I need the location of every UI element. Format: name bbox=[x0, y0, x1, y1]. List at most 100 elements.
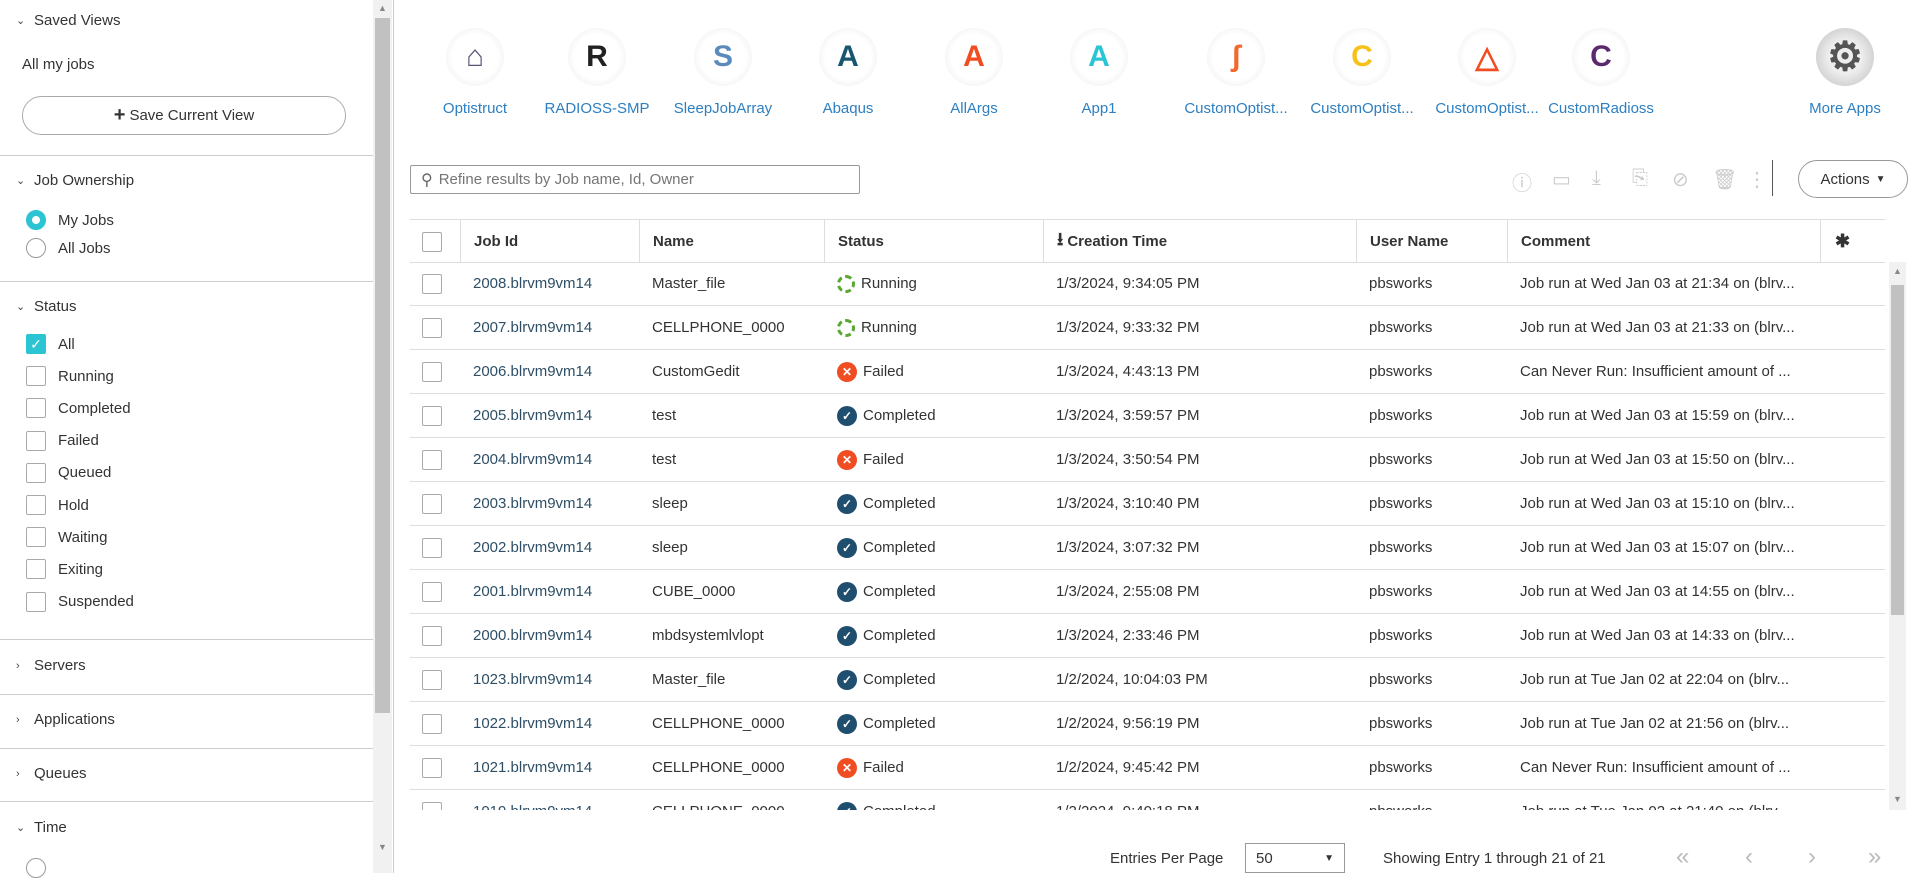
next-page-icon[interactable]: › bbox=[1808, 843, 1816, 871]
app-tile[interactable]: A App1 bbox=[1036, 28, 1162, 117]
search-input[interactable] bbox=[438, 171, 839, 188]
time-radio[interactable] bbox=[26, 858, 46, 878]
table-row[interactable]: 1023.blrvm9vm14 Master_file ✓ Completed 1/2/… bbox=[410, 658, 1885, 702]
column-job-id[interactable]: Job Id bbox=[460, 220, 639, 263]
app-tile[interactable]: C CustomOptist... bbox=[1299, 28, 1425, 117]
table-row[interactable]: 2002.blrvm9vm14 sleep ✓ Completed 1/3/2024, … bbox=[410, 526, 1885, 570]
job-id[interactable]: 2007.blrvm9vm14 bbox=[460, 306, 639, 349]
saved-views-header[interactable]: ⌄ Saved Views bbox=[16, 12, 120, 29]
more-options-icon[interactable]: ⋮ bbox=[1747, 167, 1767, 192]
status-filter-all[interactable]: ✓ All bbox=[26, 334, 75, 354]
job-id[interactable]: 2000.blrvm9vm14 bbox=[460, 614, 639, 657]
checkbox[interactable] bbox=[26, 366, 46, 387]
table-row[interactable]: 2000.blrvm9vm14 mbdsystemlvlopt ✓ Completed… bbox=[410, 614, 1885, 658]
table-row[interactable]: 2007.blrvm9vm14 CELLPHONE_0000 Running 1/3/… bbox=[410, 306, 1885, 350]
applications-header[interactable]: › Applications bbox=[16, 711, 115, 728]
more-apps-button[interactable]: ⚙ More Apps bbox=[1782, 28, 1908, 117]
row-checkbox[interactable] bbox=[422, 801, 442, 810]
column-creation-time[interactable]: ⭳ Creation Time bbox=[1043, 220, 1356, 263]
job-id[interactable]: 2002.blrvm9vm14 bbox=[460, 526, 639, 569]
sidebar-scrollbar-thumb[interactable] bbox=[375, 18, 390, 713]
row-checkbox[interactable] bbox=[422, 405, 442, 426]
app-tile[interactable]: A Abaqus bbox=[785, 28, 911, 117]
row-checkbox[interactable] bbox=[422, 537, 442, 558]
actions-button[interactable]: Actions ▼ bbox=[1798, 160, 1908, 198]
job-id[interactable]: 2003.blrvm9vm14 bbox=[460, 482, 639, 525]
select-all-checkbox[interactable] bbox=[422, 231, 442, 252]
table-scrollbar-thumb[interactable] bbox=[1891, 285, 1904, 615]
checkbox[interactable] bbox=[26, 462, 46, 483]
checkbox[interactable] bbox=[26, 591, 46, 612]
row-checkbox[interactable] bbox=[422, 625, 442, 646]
job-id[interactable]: 2006.blrvm9vm14 bbox=[460, 350, 639, 393]
table-row[interactable]: 2008.blrvm9vm14 Master_file Running 1/3/202… bbox=[410, 262, 1885, 306]
status-filter-hold[interactable]: Hold bbox=[26, 495, 89, 515]
app-tile[interactable]: A AllArgs bbox=[911, 28, 1037, 117]
scroll-up-icon[interactable]: ▲ bbox=[373, 3, 392, 13]
current-view[interactable]: All my jobs bbox=[22, 56, 95, 73]
scroll-down-icon[interactable]: ▼ bbox=[1888, 794, 1907, 804]
column-user-name[interactable]: User Name bbox=[1356, 220, 1507, 263]
column-name[interactable]: Name bbox=[639, 220, 824, 263]
status-filter-running[interactable]: Running bbox=[26, 366, 114, 387]
checkbox[interactable] bbox=[26, 527, 46, 548]
delete-icon[interactable]: 🗑 bbox=[1712, 167, 1737, 192]
status-filter-exiting[interactable]: Exiting bbox=[26, 559, 103, 580]
status-filter-completed[interactable]: Completed bbox=[26, 398, 131, 419]
radio-unselected[interactable] bbox=[26, 238, 46, 258]
table-row[interactable]: 1022.blrvm9vm14 CELLPHONE_0000 ✓ Completed 1… bbox=[410, 702, 1885, 746]
radio-my-jobs[interactable]: My Jobs bbox=[26, 210, 114, 230]
search-box[interactable]: ⚲ bbox=[410, 165, 860, 194]
last-page-icon[interactable]: » bbox=[1868, 843, 1881, 871]
status-filter-queued[interactable]: Queued bbox=[26, 462, 111, 483]
row-checkbox[interactable] bbox=[422, 581, 442, 602]
job-id[interactable]: 1023.blrvm9vm14 bbox=[460, 658, 639, 701]
info-icon[interactable]: ⓘ bbox=[1512, 167, 1532, 196]
app-tile[interactable]: △ CustomOptist... bbox=[1424, 28, 1550, 117]
time-header[interactable]: ⌄ Time bbox=[16, 819, 67, 836]
save-current-view-button[interactable]: + Save Current View bbox=[22, 96, 346, 135]
row-checkbox[interactable] bbox=[422, 449, 442, 470]
job-id[interactable]: 2004.blrvm9vm14 bbox=[460, 438, 639, 481]
radio-all-jobs[interactable]: All Jobs bbox=[26, 238, 111, 258]
entries-per-page-select[interactable]: 50 ▼ bbox=[1245, 843, 1345, 873]
status-filter-waiting[interactable]: Waiting bbox=[26, 527, 107, 548]
table-row[interactable]: 2003.blrvm9vm14 sleep ✓ Completed 1/3/2024, … bbox=[410, 482, 1885, 526]
job-id[interactable]: 2001.blrvm9vm14 bbox=[460, 570, 639, 613]
app-tile[interactable]: ⌂ Optistruct bbox=[412, 28, 538, 117]
app-tile[interactable]: R RADIOSS-SMP bbox=[534, 28, 660, 117]
table-row[interactable]: 2004.blrvm9vm14 test ✕ Failed 1/3/2024, 3:50… bbox=[410, 438, 1885, 482]
job-id[interactable]: 1021.blrvm9vm14 bbox=[460, 746, 639, 789]
first-page-icon[interactable]: « bbox=[1676, 843, 1689, 871]
table-row[interactable]: 2006.blrvm9vm14 CustomGedit ✕ Failed 1/3/202… bbox=[410, 350, 1885, 394]
radio-selected[interactable] bbox=[26, 210, 46, 230]
status-filter-suspended[interactable]: Suspended bbox=[26, 591, 134, 612]
checkbox[interactable] bbox=[26, 398, 46, 419]
job-id[interactable]: 2008.blrvm9vm14 bbox=[460, 262, 639, 305]
display-icon[interactable]: ▭ bbox=[1552, 167, 1571, 192]
row-checkbox[interactable] bbox=[422, 669, 442, 690]
row-checkbox[interactable] bbox=[422, 713, 442, 734]
job-id[interactable]: 1019.blrvm9vm14 bbox=[460, 790, 639, 810]
checkbox[interactable] bbox=[26, 430, 46, 451]
checkbox[interactable] bbox=[26, 559, 46, 580]
table-row[interactable]: 1019.blrvm9vm14CELLPHONE_0000✓Completed1… bbox=[410, 790, 1885, 810]
row-checkbox[interactable] bbox=[422, 493, 442, 514]
table-row[interactable]: 2001.blrvm9vm14 CUBE_0000 ✓ Completed 1/3/20… bbox=[410, 570, 1885, 614]
sort-descending-icon[interactable]: ⭳ bbox=[1057, 227, 1063, 257]
job-ownership-header[interactable]: ⌄ Job Ownership bbox=[16, 172, 134, 189]
column-comment[interactable]: Comment bbox=[1507, 220, 1820, 263]
app-tile[interactable]: C CustomRadioss bbox=[1538, 28, 1664, 117]
previous-page-icon[interactable]: ‹ bbox=[1745, 843, 1753, 871]
scroll-up-icon[interactable]: ▲ bbox=[1888, 266, 1907, 276]
row-checkbox[interactable] bbox=[422, 757, 442, 778]
table-row[interactable]: 2005.blrvm9vm14 test ✓ Completed 1/3/2024, 3… bbox=[410, 394, 1885, 438]
queues-header[interactable]: › Queues bbox=[16, 765, 87, 782]
checkbox[interactable]: ✓ bbox=[26, 334, 46, 354]
app-tile[interactable]: S SleepJobArray bbox=[660, 28, 786, 117]
job-id[interactable]: 2005.blrvm9vm14 bbox=[460, 394, 639, 437]
clone-icon[interactable]: ⎘ bbox=[1632, 167, 1648, 190]
download-icon[interactable]: ⤓ bbox=[1592, 167, 1601, 190]
terminate-icon[interactable]: ⊘ bbox=[1672, 167, 1689, 192]
status-header[interactable]: ⌄ Status bbox=[16, 298, 77, 315]
